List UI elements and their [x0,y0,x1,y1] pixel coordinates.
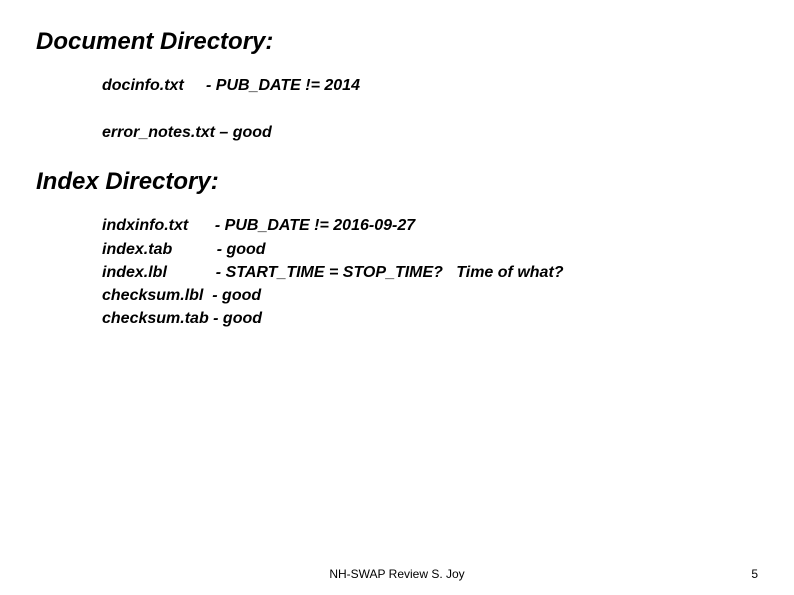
page-number: 5 [751,567,758,581]
index-tab-line: index.tab - good [102,238,758,261]
error-notes-line: error_notes.txt – good [102,121,758,144]
docinfo-line: docinfo.txt - PUB_DATE != 2014 [102,74,758,97]
checksum-tab-line: checksum.tab - good [102,307,758,330]
error-notes-content: error_notes.txt – good [102,121,758,144]
checksum-lbl-line: checksum.lbl - good [102,284,758,307]
index-directory-content: indxinfo.txt - PUB_DATE != 2016-09-27 in… [102,214,758,330]
document-directory-content: docinfo.txt - PUB_DATE != 2014 [102,74,758,97]
index-lbl-line: index.lbl - START_TIME = STOP_TIME? Time… [102,261,758,284]
document-directory-heading: Document Directory: [36,28,758,56]
footer-text: NH-SWAP Review S. Joy [329,567,464,581]
index-directory-heading: Index Directory: [36,168,758,196]
indxinfo-line: indxinfo.txt - PUB_DATE != 2016-09-27 [102,214,758,237]
